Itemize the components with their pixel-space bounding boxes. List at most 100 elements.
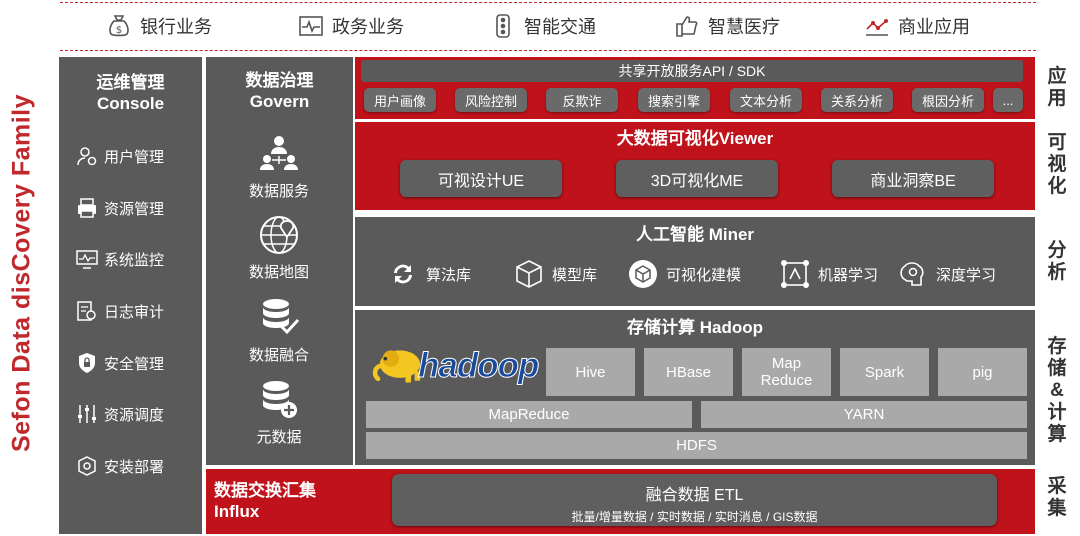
govern-item-label: 数据地图 — [248, 264, 309, 281]
app-button-text-analysis[interactable]: 文本分析 — [730, 88, 802, 112]
console-item-label: 用户管理 — [104, 148, 165, 166]
app-button-root-cause[interactable]: 根因分析 — [912, 88, 984, 112]
hadoop-component-mapreduce[interactable]: Map Reduce — [742, 348, 831, 396]
monitor-icon — [76, 250, 98, 269]
chart-line-icon — [866, 19, 888, 36]
hadoop-title: 存储计算 Hadoop — [627, 317, 763, 337]
console-item-label: 系统监控 — [104, 251, 165, 269]
industry-commerce: 商业应用 — [864, 12, 970, 40]
console-item-schedule[interactable]: 资源调度 — [76, 400, 196, 428]
app-button-search-engine[interactable]: 搜索引擎 — [638, 88, 710, 112]
money-bag-icon: $ — [109, 15, 129, 37]
printer-icon — [78, 198, 96, 218]
hadoop-yarn-bar[interactable]: YARN — [701, 401, 1027, 428]
shield-lock-icon — [79, 353, 95, 373]
layer-label-visualization: 可视化 — [1047, 132, 1067, 197]
miner-item-algorithm[interactable]: 算法库 — [388, 258, 471, 290]
govern-title: 数据治理 Govern — [245, 71, 314, 111]
console-item-resource[interactable]: 资源管理 — [76, 194, 196, 222]
database-check-icon — [263, 299, 300, 335]
console-item-log[interactable]: 日志审计 — [76, 297, 196, 325]
app-button-anti-fraud[interactable]: 反欺诈 — [546, 88, 618, 112]
console-title: 运维管理 Console — [96, 73, 165, 113]
layer-label-application: 应用 — [1047, 66, 1067, 109]
industry-label: 政务业务 — [332, 17, 404, 37]
console-item-label: 安装部署 — [104, 458, 165, 476]
viewer-title: 大数据可视化Viewer — [616, 128, 774, 148]
traffic-light-icon — [496, 14, 510, 38]
app-button-risk-control[interactable]: 风险控制 — [455, 88, 527, 112]
console-item-label: 资源调度 — [104, 406, 165, 424]
viewer-button-insight-be[interactable]: 商业洞察BE — [832, 160, 994, 197]
govern-item-fusion[interactable]: 数据融合 — [210, 296, 348, 365]
industry-label: 智慧医疗 — [708, 17, 780, 37]
hadoop-component-pig[interactable]: pig — [938, 348, 1027, 396]
miner-item-model[interactable]: 模型库 — [514, 258, 597, 290]
layer-label-storage: 存储&计算 — [1047, 336, 1067, 445]
console-item-monitor[interactable]: 系统监控 — [76, 245, 196, 273]
app-button-more[interactable]: ... — [993, 88, 1023, 112]
hadoop-hdfs-bar[interactable]: HDFS — [366, 432, 1027, 459]
miner-item-deep-learning[interactable]: 深度学习 — [898, 258, 996, 290]
industry-label: 商业应用 — [898, 17, 970, 37]
app-button-relation-analysis[interactable]: 关系分析 — [821, 88, 893, 112]
svg-text:$: $ — [116, 25, 122, 36]
refresh-cycle-icon — [394, 264, 412, 284]
cube-circle-icon — [629, 260, 657, 288]
etl-title: 融合数据 ETL — [645, 487, 744, 504]
miner-item-label: 算法库 — [426, 266, 472, 284]
hadoop-component-hbase[interactable]: HBase — [644, 348, 733, 396]
console-item-security[interactable]: 安全管理 — [76, 349, 196, 377]
robot-arm-icon — [781, 260, 809, 288]
miner-item-label: 深度学习 — [936, 266, 997, 284]
govern-item-label: 元数据 — [256, 429, 302, 446]
log-search-icon — [77, 301, 96, 321]
govern-item-map[interactable]: 数据地图 — [210, 213, 348, 282]
thumbs-up-icon — [676, 16, 698, 37]
globe-pin-icon — [260, 216, 298, 254]
hadoop-logo-text: hadoop — [417, 346, 539, 386]
govern-item-service[interactable]: 数据服务 — [210, 132, 348, 201]
miner-item-visual-modeling[interactable]: 可视化建模 — [628, 258, 741, 290]
hadoop-mapreduce-bar[interactable]: MapReduce — [366, 401, 692, 428]
layer-label-analysis: 分析 — [1047, 240, 1067, 283]
industry-traffic: 智能交通 — [490, 12, 596, 40]
install-gear-icon — [78, 456, 96, 476]
industry-label: 智能交通 — [524, 17, 596, 37]
hadoop-component-hive[interactable]: Hive — [546, 348, 635, 396]
etl-subtitle: 批量/增量数据 / 实时数据 / 实时消息 / GIS数据 — [571, 510, 818, 524]
hadoop-logo: hadoop — [372, 344, 540, 392]
database-plus-icon — [263, 381, 297, 418]
govern-item-metadata[interactable]: 元数据 — [210, 378, 348, 447]
console-item-install[interactable]: 安装部署 — [76, 452, 196, 480]
miner-item-label: 模型库 — [552, 266, 598, 284]
miner-item-machine-learning[interactable]: 机器学习 — [780, 258, 878, 290]
viewer-button-3d-me[interactable]: 3D可视化ME — [616, 160, 778, 197]
api-sdk-bar: 共享开放服务API / SDK — [361, 60, 1023, 82]
cube-model-icon — [516, 260, 542, 288]
miner-item-label: 可视化建模 — [666, 266, 742, 284]
govern-item-label: 数据服务 — [248, 183, 309, 200]
family-title: Sefon Data disCovery Family — [7, 93, 36, 453]
industry-medical: 智慧医疗 — [674, 12, 780, 40]
console-item-user[interactable]: 用户管理 — [76, 142, 196, 170]
industry-government: 政务业务 — [298, 12, 404, 40]
influx-title: 数据交换汇集 Influx — [214, 481, 316, 521]
hadoop-component-spark[interactable]: Spark — [840, 348, 929, 396]
console-item-label: 日志审计 — [104, 303, 165, 321]
brain-gear-icon — [900, 262, 924, 286]
console-item-label: 安全管理 — [104, 355, 165, 373]
user-gear-icon — [77, 147, 97, 166]
pulse-icon — [299, 16, 323, 36]
top-dashed-line — [60, 2, 1036, 3]
govern-item-label: 数据融合 — [248, 347, 309, 364]
industry-bank: $ 银行业务 — [106, 12, 212, 40]
top-dashed-line-bottom — [60, 50, 1036, 51]
etl-box[interactable]: 融合数据 ETL 批量/增量数据 / 实时数据 / 实时消息 / GIS数据 — [392, 474, 997, 526]
sliders-icon — [78, 405, 96, 423]
viewer-button-design-ue[interactable]: 可视设计UE — [400, 160, 562, 197]
app-button-user-profile[interactable]: 用户画像 — [364, 88, 436, 112]
people-network-icon — [260, 136, 298, 170]
layer-label-collection: 采集 — [1047, 476, 1067, 519]
miner-title: 人工智能 Miner — [635, 224, 755, 244]
